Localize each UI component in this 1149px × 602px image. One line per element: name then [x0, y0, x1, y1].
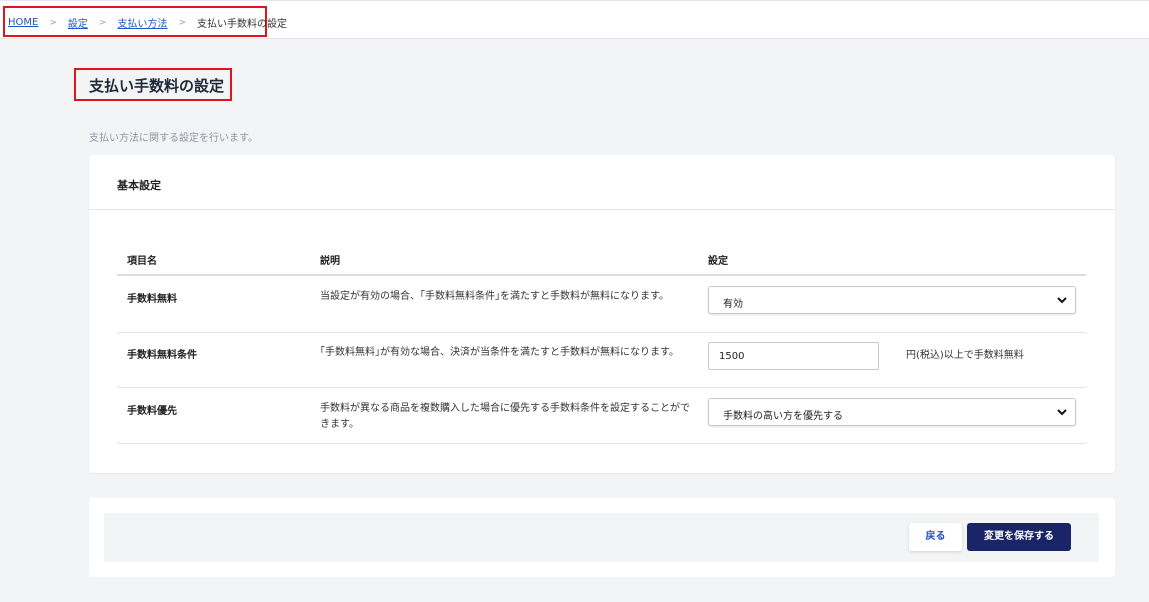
- action-bar: 戻る 変更を保存する: [89, 498, 1115, 577]
- page-description: 支払い方法に関する設定を行います。: [89, 133, 258, 144]
- breadcrumb-separator: >: [98, 17, 107, 28]
- row-name-fee-priority: 手数料優先: [127, 406, 177, 417]
- back-button[interactable]: 戻る: [909, 523, 962, 551]
- row-divider: [117, 332, 1086, 333]
- column-header-description: 説明: [320, 256, 340, 267]
- row-name-fee-free: 手数料無料: [127, 294, 177, 305]
- page-title: 支払い手数料の設定: [89, 77, 225, 95]
- breadcrumb-separator: >: [49, 17, 57, 28]
- basic-settings-card: 基本設定 項目名 説明 設定 手数料無料 当設定が有効の場合、｢手数料無料条件｣…: [89, 155, 1115, 473]
- row-name-fee-free-condition: 手数料無料条件: [127, 350, 197, 361]
- chevron-down-icon: [1057, 409, 1067, 416]
- row-divider: [117, 387, 1086, 388]
- row-divider: [117, 443, 1086, 444]
- fee-priority-select-value: 手数料の高い方を優先する: [723, 411, 843, 422]
- fee-free-amount-input[interactable]: 1500: [708, 342, 879, 370]
- top-bar: HOME > 設定 > 支払い方法 > 支払い手数料の設定: [0, 0, 1149, 39]
- fee-priority-select[interactable]: 手数料の高い方を優先する: [708, 398, 1076, 426]
- save-changes-button[interactable]: 変更を保存する: [967, 523, 1071, 551]
- breadcrumb-payment-methods-link[interactable]: 支払い方法: [117, 15, 167, 30]
- fee-free-select-value: 有効: [723, 299, 743, 310]
- breadcrumb: HOME > 設定 > 支払い方法 > 支払い手数料の設定: [8, 15, 287, 30]
- table-header-divider: [117, 274, 1086, 276]
- breadcrumb-home-link[interactable]: HOME: [8, 17, 38, 28]
- breadcrumb-settings-link[interactable]: 設定: [68, 15, 88, 30]
- fee-free-amount-value: 1500: [719, 351, 745, 362]
- card-title: 基本設定: [89, 155, 1115, 210]
- breadcrumb-separator: >: [178, 17, 186, 28]
- row-description-fee-free: 当設定が有効の場合、｢手数料無料条件｣を満たすと手数料が無料になります。: [320, 291, 669, 302]
- row-description-fee-free-condition: ｢手数料無料｣が有効な場合、決済が当条件を満たすと手数料が無料になります。: [320, 347, 679, 358]
- row-description-fee-priority: 手数料が異なる商品を複数購入した場合に優先する手数料条件を設定することができます…: [320, 403, 690, 430]
- fee-free-amount-suffix: 円(税込)以上で手数料無料: [906, 350, 1024, 361]
- column-header-setting: 設定: [708, 256, 728, 267]
- breadcrumb-current: 支払い手数料の設定: [196, 19, 287, 30]
- column-header-item-name: 項目名: [127, 256, 157, 267]
- chevron-down-icon: [1057, 297, 1067, 304]
- fee-free-select[interactable]: 有効: [708, 286, 1076, 314]
